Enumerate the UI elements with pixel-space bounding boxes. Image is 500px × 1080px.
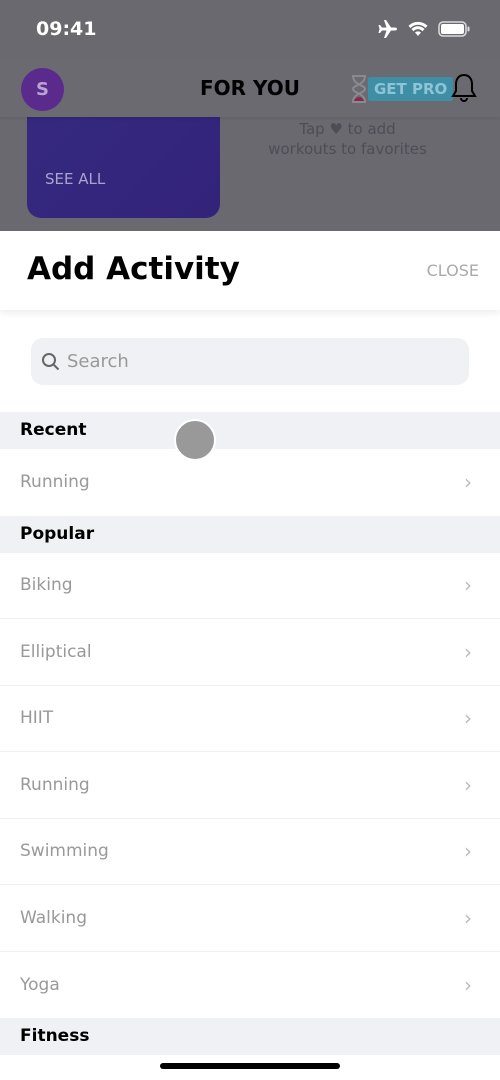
chevron-right-icon: › — [464, 772, 472, 797]
item-label: Running — [20, 774, 90, 795]
home-indicator — [160, 1063, 340, 1069]
see-all-link[interactable]: SEE ALL — [45, 170, 105, 188]
chevron-right-icon: › — [464, 573, 472, 598]
list-item[interactable]: HIIT › — [0, 686, 500, 752]
top-header: S FOR YOU GET PRO — [0, 60, 500, 117]
bell-icon[interactable] — [450, 72, 478, 104]
hourglass-icon — [351, 75, 367, 103]
list-item[interactable]: Swimming › — [0, 819, 500, 885]
chevron-right-icon: › — [464, 839, 472, 864]
item-label: Biking — [20, 575, 73, 596]
tip-line: Tap ♥ to add — [299, 120, 396, 138]
list-item[interactable]: Yoga › — [0, 952, 500, 1019]
chevron-right-icon: › — [464, 639, 472, 664]
airplane-icon — [378, 20, 397, 38]
add-activity-sheet: Add Activity CLOSE Recent Running › Popular… — [0, 231, 500, 1080]
item-label: Elliptical — [20, 641, 92, 662]
touch-indicator — [174, 419, 216, 461]
list-item[interactable]: Running › — [0, 752, 500, 819]
workout-card[interactable]: SEE ALL — [27, 117, 220, 218]
chevron-right-icon: › — [464, 905, 472, 930]
item-label: Running — [20, 472, 90, 493]
search-input[interactable] — [67, 351, 292, 372]
battery-icon — [438, 21, 470, 37]
wifi-icon — [408, 21, 428, 36]
section-header: Fitness — [0, 1018, 500, 1055]
list-item[interactable]: Biking › — [0, 553, 500, 619]
get-pro-button[interactable]: GET PRO — [350, 74, 454, 104]
list-item[interactable]: Elliptical › — [0, 619, 500, 686]
item-label: Swimming — [20, 841, 109, 862]
favorites-tip: Tap ♥ to add workouts to favorites — [250, 119, 445, 159]
chevron-right-icon: › — [464, 706, 472, 731]
get-pro-label: GET PRO — [368, 77, 454, 101]
item-label: Walking — [20, 907, 87, 928]
list-item[interactable]: Walking › — [0, 885, 500, 952]
sheet-title: Add Activity — [27, 251, 240, 287]
search-field[interactable] — [31, 338, 469, 385]
section-header: Recent — [0, 412, 500, 449]
status-time: 09:41 — [36, 18, 97, 40]
chevron-right-icon: › — [464, 972, 472, 997]
activity-list: Recent Running › Popular Biking › Elliptical › H… — [0, 412, 500, 1055]
search-icon — [42, 352, 60, 370]
close-button[interactable]: CLOSE — [427, 261, 479, 280]
section-header: Popular — [0, 515, 500, 553]
item-label: Yoga — [20, 974, 60, 995]
item-label: HIIT — [20, 708, 54, 729]
list-item[interactable]: Running › — [0, 449, 500, 516]
status-bar: 09:41 — [0, 0, 500, 60]
chevron-right-icon: › — [464, 470, 472, 495]
tip-line: workouts to favorites — [268, 140, 427, 158]
